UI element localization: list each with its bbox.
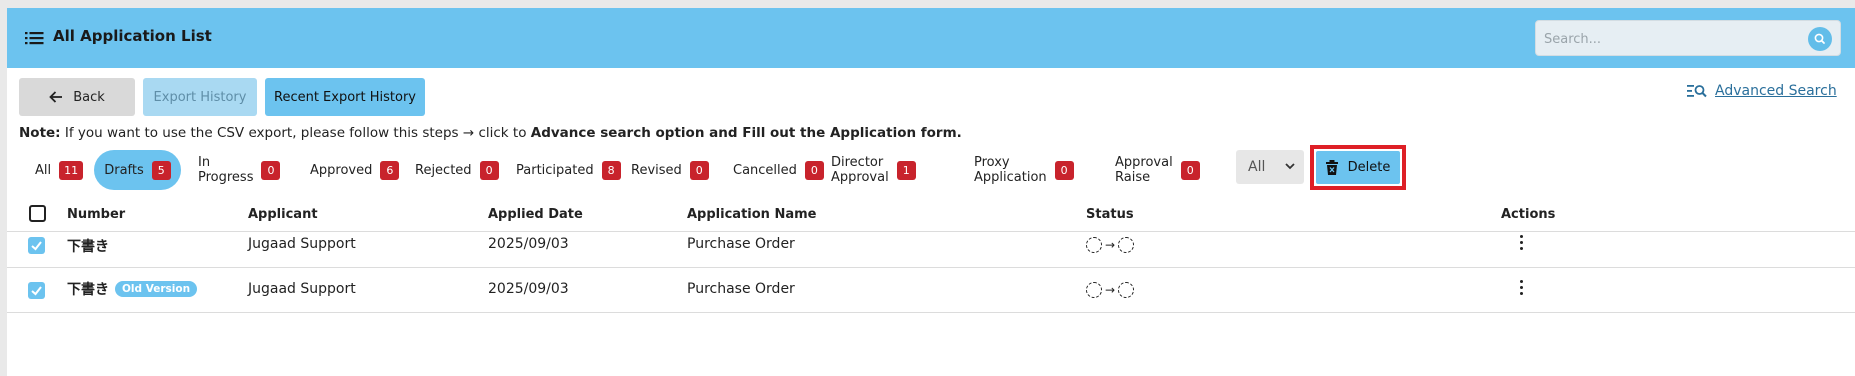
column-header-applied-date[interactable]: Applied Date bbox=[488, 207, 583, 222]
tab-count-badge: 0 bbox=[479, 160, 499, 180]
search-box bbox=[1535, 20, 1841, 56]
tab-count-badge: 8 bbox=[601, 160, 621, 180]
tab-label: All bbox=[35, 162, 52, 178]
tab-count-badge: 0 bbox=[1180, 160, 1200, 180]
tab-label: Cancelled bbox=[733, 162, 797, 178]
tab-revised[interactable]: Revised 0 bbox=[631, 150, 709, 190]
cell-applicant: Jugaad Support bbox=[248, 281, 356, 297]
filter-select[interactable]: All bbox=[1236, 150, 1304, 184]
export-history-button[interactable]: Export History bbox=[143, 78, 257, 116]
more-actions-icon[interactable] bbox=[1515, 278, 1527, 296]
tab-count-badge: 0 bbox=[261, 160, 281, 180]
advanced-search-link[interactable]: Advanced Search bbox=[1687, 83, 1837, 99]
app-frame: All Application List Back Export History… bbox=[7, 8, 1855, 376]
delete-button[interactable]: Delete bbox=[1316, 151, 1400, 184]
row-checkbox[interactable] bbox=[28, 237, 45, 254]
arrow-right-icon: → bbox=[1105, 283, 1116, 297]
note-bold-text: Advance search option and Fill out the A… bbox=[530, 125, 962, 141]
chevron-down-icon bbox=[1285, 163, 1295, 170]
cell-number[interactable]: 下書き Old Version bbox=[67, 279, 198, 299]
tab-label: Revised bbox=[631, 162, 682, 178]
tab-label: Approval Raise bbox=[1115, 155, 1173, 185]
cell-application-name: Purchase Order bbox=[687, 236, 795, 252]
tab-drafts[interactable]: Drafts 5 bbox=[94, 150, 181, 190]
recent-export-history-button[interactable]: Recent Export History bbox=[265, 78, 425, 116]
back-button-label: Back bbox=[73, 89, 105, 105]
cell-number[interactable]: 下書き bbox=[67, 236, 109, 256]
tab-count-badge: 6 bbox=[380, 160, 400, 180]
column-header-applicant[interactable]: Applicant bbox=[248, 207, 318, 222]
row-checkbox[interactable] bbox=[28, 282, 45, 299]
tab-rejected[interactable]: Rejected 0 bbox=[415, 150, 499, 190]
tab-count-badge: 11 bbox=[59, 160, 84, 180]
search-input[interactable] bbox=[1544, 28, 1794, 50]
advanced-search-label: Advanced Search bbox=[1715, 83, 1837, 99]
tab-approval-raise[interactable]: Approval Raise 0 bbox=[1115, 150, 1200, 190]
pending-step-icon bbox=[1086, 282, 1102, 298]
tab-label: Director Approval bbox=[831, 155, 889, 185]
check-icon bbox=[31, 286, 42, 296]
page-header: All Application List bbox=[7, 8, 1855, 68]
tab-cancelled[interactable]: Cancelled 0 bbox=[733, 150, 824, 190]
list-icon bbox=[25, 32, 44, 45]
cell-number-text: 下書き bbox=[67, 282, 109, 298]
tab-label: Rejected bbox=[415, 162, 472, 178]
pending-step-icon bbox=[1118, 237, 1135, 253]
tab-director-approval[interactable]: Director Approval 1 bbox=[831, 150, 916, 190]
table-row[interactable]: 下書き Old Version Jugaad Support 2025/09/03… bbox=[7, 268, 1855, 313]
advanced-search-icon bbox=[1687, 85, 1707, 98]
note-text: If you want to use the CSV export, pleas… bbox=[60, 125, 531, 141]
tab-all[interactable]: All 11 bbox=[35, 150, 84, 190]
column-header-application-name[interactable]: Application Name bbox=[687, 207, 816, 222]
tab-label: In Progress bbox=[198, 155, 254, 185]
select-all-checkbox[interactable] bbox=[29, 205, 46, 222]
tab-in-progress[interactable]: In Progress 0 bbox=[198, 150, 281, 190]
note-label: Note: bbox=[19, 125, 61, 141]
search-button[interactable] bbox=[1808, 27, 1832, 51]
cell-applied-date: 2025/09/03 bbox=[488, 236, 569, 252]
tab-approved[interactable]: Approved 6 bbox=[310, 150, 400, 190]
back-button[interactable]: Back bbox=[19, 78, 135, 116]
status-flow: → bbox=[1086, 237, 1135, 253]
tab-count-badge: 0 bbox=[689, 160, 709, 180]
tab-count-badge: 0 bbox=[1054, 160, 1074, 180]
tab-proxy-application[interactable]: Proxy Application 0 bbox=[974, 150, 1074, 190]
csv-export-note: Note: If you want to use the CSV export,… bbox=[19, 125, 962, 141]
search-icon bbox=[1814, 33, 1825, 44]
cell-application-name: Purchase Order bbox=[687, 281, 795, 297]
tab-participated[interactable]: Participated 8 bbox=[516, 150, 621, 190]
delete-button-label: Delete bbox=[1347, 160, 1391, 175]
arrow-right-icon: → bbox=[1105, 238, 1116, 252]
column-header-status[interactable]: Status bbox=[1086, 207, 1134, 222]
status-flow: → bbox=[1086, 282, 1135, 298]
old-version-badge: Old Version bbox=[115, 281, 198, 297]
table-row[interactable]: 下書き Jugaad Support 2025/09/03 Purchase O… bbox=[7, 223, 1855, 268]
more-actions-icon[interactable] bbox=[1515, 233, 1527, 251]
cell-applicant: Jugaad Support bbox=[248, 236, 356, 252]
tab-label: Drafts bbox=[104, 162, 144, 178]
column-header-actions: Actions bbox=[1501, 207, 1556, 222]
tab-label: Participated bbox=[516, 162, 594, 178]
page-title: All Application List bbox=[53, 27, 212, 45]
pending-step-icon bbox=[1118, 282, 1135, 298]
check-icon bbox=[31, 241, 42, 251]
tab-label: Proxy Application bbox=[974, 155, 1047, 185]
tab-count-badge: 5 bbox=[151, 160, 171, 180]
column-header-number[interactable]: Number bbox=[67, 207, 125, 222]
tab-count-badge: 0 bbox=[804, 160, 824, 180]
trash-icon bbox=[1325, 160, 1338, 175]
tab-count-badge: 1 bbox=[896, 160, 916, 180]
cell-applied-date: 2025/09/03 bbox=[488, 281, 569, 297]
filter-select-value: All bbox=[1248, 159, 1266, 175]
arrow-left-icon bbox=[49, 91, 63, 103]
tab-label: Approved bbox=[310, 162, 373, 178]
pending-step-icon bbox=[1086, 237, 1102, 253]
